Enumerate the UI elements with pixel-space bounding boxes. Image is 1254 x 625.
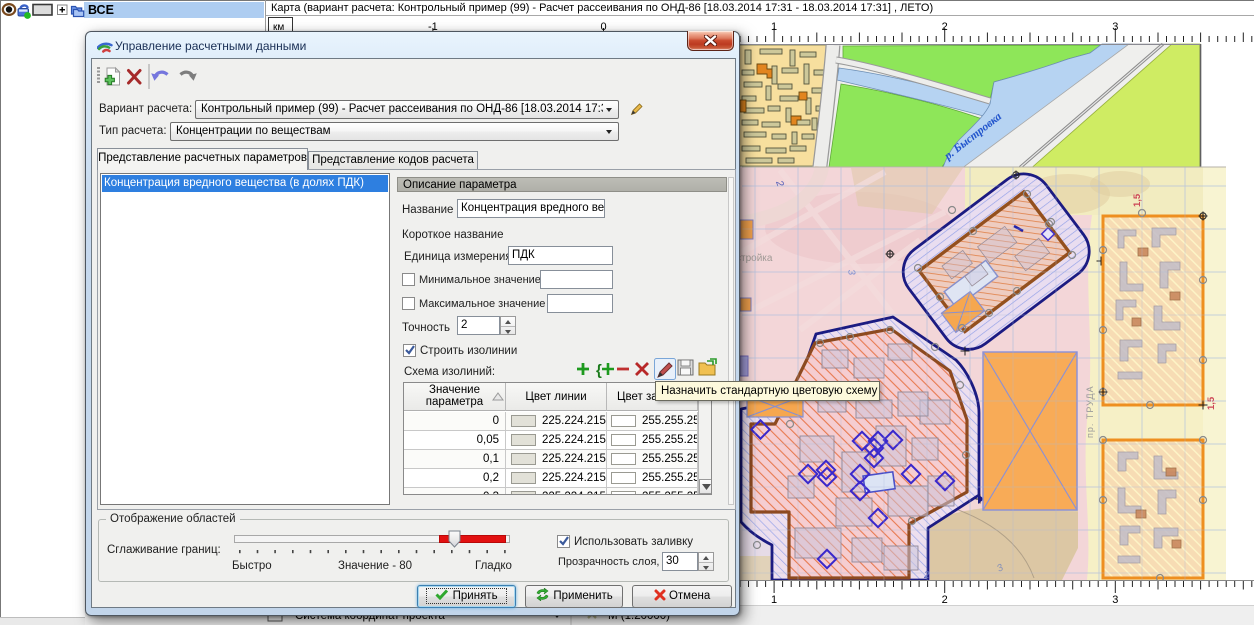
svg-text:1,5: 1,5 [1206, 396, 1217, 410]
svg-text:3: 3 [1112, 21, 1118, 33]
svg-text:1,5: 1,5 [1132, 193, 1143, 207]
svg-text:{: { [596, 362, 602, 379]
svg-text:стройка: стройка [736, 253, 773, 264]
svg-text:ВСЕ: ВСЕ [88, 3, 114, 17]
svg-text:2: 2 [942, 21, 948, 33]
svg-text:1: 1 [771, 21, 777, 33]
svg-text:пр. ТРУДА: пр. ТРУДА [1085, 385, 1095, 438]
